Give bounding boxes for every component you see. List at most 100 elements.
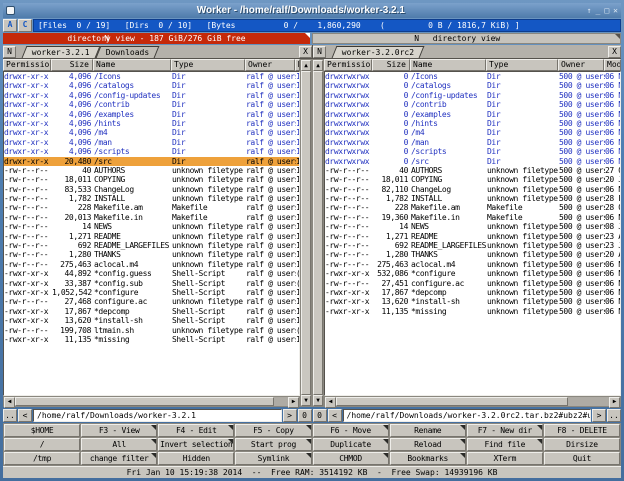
- file-row[interactable]: -rwxr-xr-x13,620*install-shShell-Scriptr…: [4, 316, 299, 325]
- file-row[interactable]: -rw-r--r--18,011COPYINGunknown filetype5…: [325, 175, 620, 184]
- tab-Downloads[interactable]: Downloads: [95, 46, 159, 58]
- scroll-down-icon[interactable]: ▼: [301, 395, 311, 406]
- scrollbar-thumb[interactable]: [15, 397, 274, 406]
- right-history-forward-button[interactable]: >: [592, 409, 606, 422]
- file-row[interactable]: drwxrwxrwx0/m4Dir500 @ users06 N: [325, 128, 620, 137]
- bank-button-find-file[interactable]: Find file: [467, 438, 543, 451]
- scrollbar-thumb[interactable]: [301, 71, 311, 395]
- column-header-type[interactable]: Type: [486, 59, 558, 71]
- file-row[interactable]: drwxrwxrwx0/config-updatesDir500 @ users…: [325, 91, 620, 100]
- file-row[interactable]: -rw-r--r--40AUTHORSunknown filetype500 @…: [325, 166, 620, 175]
- minimize-button[interactable]: _: [596, 7, 601, 15]
- left-counter-button[interactable]: 0: [298, 409, 312, 422]
- file-row[interactable]: drwxr-xr-x4,096/scriptsDirralf @ users1: [4, 147, 299, 156]
- scroll-up-icon[interactable]: ▲: [301, 60, 311, 71]
- bank-button--tmp[interactable]: /tmp: [4, 452, 80, 465]
- column-header-permission[interactable]: Permission: [3, 59, 51, 71]
- bank-button--[interactable]: /: [4, 438, 80, 451]
- right-parent-dir-button[interactable]: ..: [607, 409, 621, 422]
- file-row[interactable]: -rw-r--r--1,271READMEunknown filetyperal…: [4, 232, 299, 241]
- file-row[interactable]: -rwxr-xr-x17,867*depcompShell-Scriptralf…: [4, 307, 299, 316]
- file-row[interactable]: -rwxr-xr-x532,086*configureunknown filet…: [325, 269, 620, 278]
- mode-c-button[interactable]: C: [18, 19, 32, 32]
- left-parent-dir-button[interactable]: ..: [3, 409, 17, 422]
- file-row[interactable]: -rw-r--r--14NEWSunknown filetyperalf @ u…: [4, 222, 299, 231]
- tab-worker-3.2.1[interactable]: worker-3.2.1: [22, 46, 101, 58]
- file-row[interactable]: -rw-r--r--18,011COPYINGunknown filetyper…: [4, 175, 299, 184]
- file-row[interactable]: -rw-r--r--1,271READMEunknown filetype500…: [325, 232, 620, 241]
- bank-button-change-filter[interactable]: change filter: [81, 452, 157, 465]
- file-row[interactable]: -rw-r--r--19,360Makefile.inMakefile500 @…: [325, 213, 620, 222]
- bank-button-xterm[interactable]: XTerm: [467, 452, 543, 465]
- right-pane-header[interactable]: directory view N: [312, 33, 621, 44]
- column-header-owner[interactable]: Owner: [558, 59, 604, 71]
- bank-button-dirsize[interactable]: Dirsize: [544, 438, 620, 451]
- column-header-name[interactable]: Name: [93, 59, 171, 71]
- file-row[interactable]: drwxrwxrwx0/scriptsDir500 @ users06 N: [325, 147, 620, 156]
- bank-button-rename[interactable]: Rename: [390, 424, 466, 437]
- column-header-name[interactable]: Name: [410, 59, 486, 71]
- file-row[interactable]: -rw-r--r--20,013Makefile.inMakefileralf …: [4, 213, 299, 222]
- file-row[interactable]: -rw-r--r--1,782INSTALLunknown filetypera…: [4, 194, 299, 203]
- file-row[interactable]: -rw-r--r--14NEWSunknown filetype500 @ us…: [325, 222, 620, 231]
- left-horizontal-scrollbar[interactable]: ◀ ▶: [3, 396, 300, 407]
- file-row[interactable]: -rw-r--r--27,451configure.acunknown file…: [325, 279, 620, 288]
- file-row[interactable]: -rwxr-xr-x11,135*missingShell-Scriptralf…: [4, 335, 299, 344]
- bank-button-start-prog[interactable]: Start prog: [235, 438, 311, 451]
- left-history-forward-button[interactable]: >: [283, 409, 297, 422]
- column-header-size[interactable]: Size: [372, 59, 410, 71]
- left-history-back-button[interactable]: <: [18, 409, 32, 422]
- right-path-field[interactable]: /home/ralf/Downloads/worker-3.2.0rc2.tar…: [343, 409, 592, 422]
- left-pane-header[interactable]: directory view - 187 GiB/276 GiB free N: [3, 33, 310, 44]
- file-row[interactable]: drwxr-xr-x20,480/srcDirralf @ users1: [4, 157, 299, 166]
- file-row[interactable]: drwxrwxrwx0/srcDir500 @ users06 N: [325, 157, 620, 166]
- file-row[interactable]: drwxr-xr-x4,096/examplesDirralf @ users1: [4, 110, 299, 119]
- titlebar[interactable]: Worker - /home/ralf/Downloads/worker-3.2…: [3, 3, 621, 18]
- file-row[interactable]: drwxrwxrwx0/IconsDir500 @ users06 N: [325, 72, 620, 81]
- file-row[interactable]: drwxr-xr-x4,096/IconsDirralf @ users1: [4, 72, 299, 81]
- bank-button-reload[interactable]: Reload: [390, 438, 466, 451]
- file-row[interactable]: drwxr-xr-x4,096/config-updatesDirralf @ …: [4, 91, 299, 100]
- bank-button-f5-copy[interactable]: F5 - Copy: [235, 424, 311, 437]
- file-row[interactable]: drwxrwxrwx0/contribDir500 @ users06 N: [325, 100, 620, 109]
- column-header-size[interactable]: Size: [51, 59, 93, 71]
- bank-button-f4-edit[interactable]: F4 - Edit: [158, 424, 234, 437]
- column-header-modify[interactable]: Modif: [604, 59, 621, 71]
- bank-button-all[interactable]: All: [81, 438, 157, 451]
- file-row[interactable]: drwxr-xr-x4,096/manDirralf @ users1: [4, 138, 299, 147]
- bank-button-f8-delete[interactable]: F8 - DELETE: [544, 424, 620, 437]
- shade-button[interactable]: ↑: [587, 7, 592, 15]
- file-row[interactable]: -rw-r--r--692README_LARGEFILESunknown fi…: [325, 241, 620, 250]
- left-close-tab-button[interactable]: X: [299, 46, 312, 58]
- file-row[interactable]: -rwxr-xr-x44,892*config.guessShell-Scrip…: [4, 269, 299, 278]
- file-row[interactable]: drwxrwxrwx0/examplesDir500 @ users06 N: [325, 110, 620, 119]
- file-row[interactable]: -rw-r--r--27,468configure.acunknown file…: [4, 297, 299, 306]
- file-row[interactable]: drwxrwxrwx0/catalogsDir500 @ users06 N: [325, 81, 620, 90]
- file-row[interactable]: -rwxr-xr-x17,867*depcompunknown filetype…: [325, 288, 620, 297]
- left-new-tab-button[interactable]: N: [3, 46, 16, 58]
- file-row[interactable]: drwxrwxrwx0/hintsDir500 @ users06 N: [325, 119, 620, 128]
- bank-button-hidden[interactable]: Hidden: [158, 452, 234, 465]
- left-vertical-scrollbar[interactable]: ▲ ▼: [300, 59, 312, 407]
- file-row[interactable]: -rw-r--r--40AUTHORSunknown filetyperalf …: [4, 166, 299, 175]
- bank-button-symlink[interactable]: Symlink: [235, 452, 311, 465]
- file-row[interactable]: drwxrwxrwx0/manDir500 @ users06 N: [325, 138, 620, 147]
- scroll-down-icon[interactable]: ▼: [313, 395, 323, 406]
- mode-a-button[interactable]: A: [3, 19, 17, 32]
- file-row[interactable]: drwxr-xr-x4,096/m4Dirralf @ users1: [4, 128, 299, 137]
- file-row[interactable]: -rw-r--r--1,280THANKSunknown filetyperal…: [4, 250, 299, 259]
- file-row[interactable]: -rw-r--r--228Makefile.amMakefile500 @ us…: [325, 203, 620, 212]
- right-close-tab-button[interactable]: X: [608, 46, 621, 58]
- file-row[interactable]: -rwxr-xr-x11,135*missingunknown filetype…: [325, 307, 620, 316]
- file-row[interactable]: -rw-r--r--82,110ChangeLogunknown filetyp…: [325, 185, 620, 194]
- file-row[interactable]: -rwxr-xr-x33,387*config.subShell-Scriptr…: [4, 279, 299, 288]
- column-header-owner[interactable]: Owner: [245, 59, 295, 71]
- left-path-field[interactable]: /home/ralf/Downloads/worker-3.2.1: [33, 409, 282, 422]
- file-row[interactable]: -rw-r--r--1,782INSTALLunknown filetype50…: [325, 194, 620, 203]
- scroll-up-icon[interactable]: ▲: [313, 60, 323, 71]
- bank-button-duplicate[interactable]: Duplicate: [313, 438, 389, 451]
- bank-button-chmod[interactable]: CHMOD: [313, 452, 389, 465]
- file-row[interactable]: drwxr-xr-x4,096/contribDirralf @ users1: [4, 100, 299, 109]
- scrollbar-thumb[interactable]: [336, 397, 568, 406]
- file-row[interactable]: drwxr-xr-x4,096/hintsDirralf @ users1: [4, 119, 299, 128]
